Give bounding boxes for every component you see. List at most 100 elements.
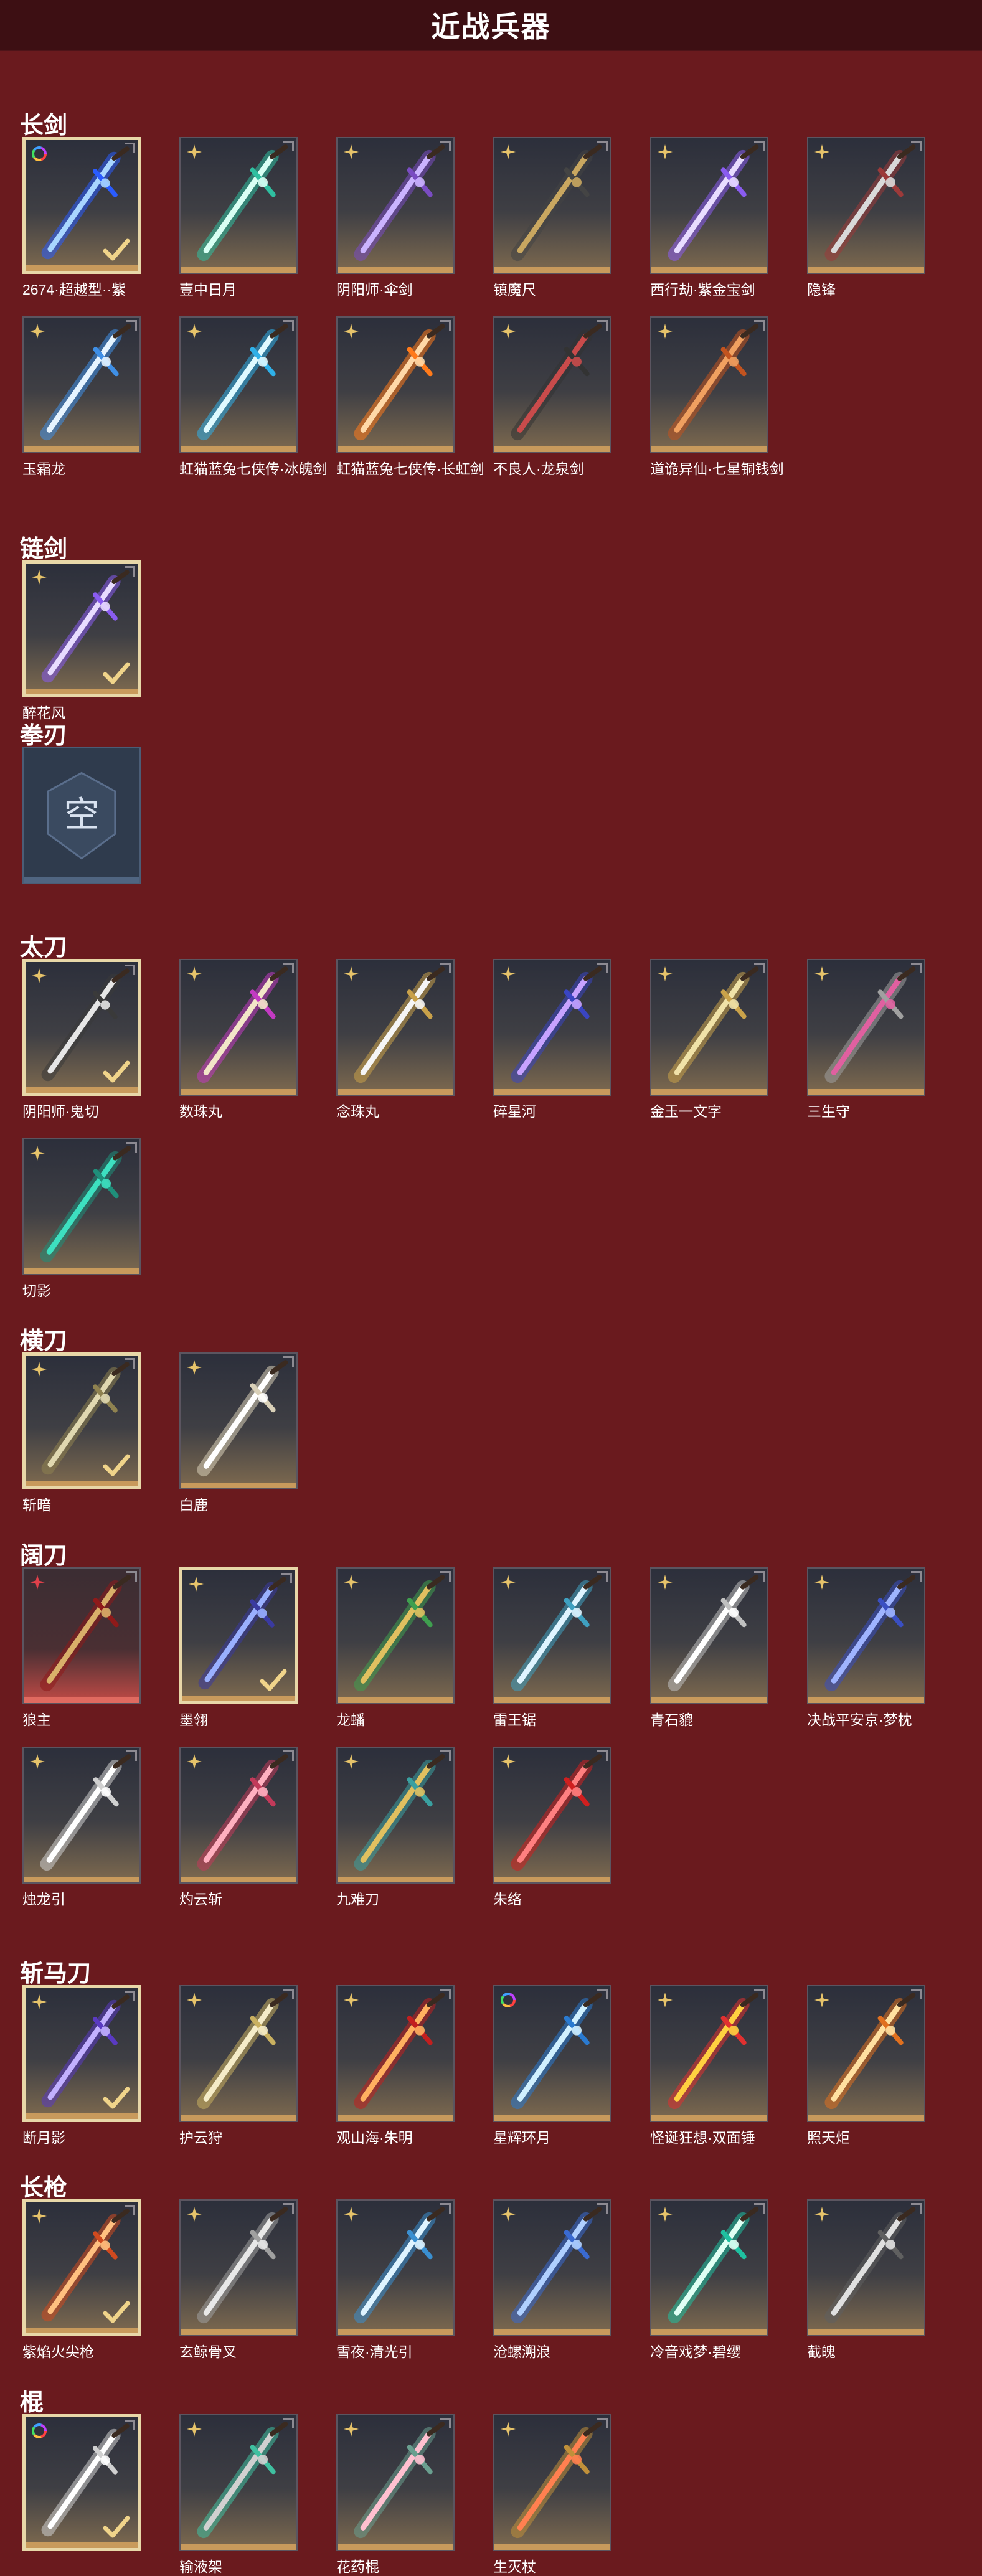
weapon-item[interactable]: 雷王锯 <box>478 1567 621 1728</box>
weapon-card[interactable] <box>179 316 298 453</box>
weapon-item[interactable]: 切影 <box>7 1138 151 1299</box>
weapon-item[interactable]: 空 <box>7 747 151 903</box>
weapon-card[interactable] <box>807 1985 925 2122</box>
weapon-item[interactable] <box>7 2414 151 2570</box>
weapon-card[interactable] <box>807 1567 925 1704</box>
weapon-item[interactable]: 西行劫·紫金宝剑 <box>635 137 778 298</box>
weapon-card[interactable] <box>179 1567 298 1704</box>
weapon-card[interactable] <box>650 2199 768 2336</box>
weapon-card[interactable] <box>650 316 768 453</box>
weapon-item[interactable]: 壹中日月 <box>164 137 308 298</box>
weapon-card[interactable] <box>493 2414 611 2551</box>
weapon-card[interactable] <box>179 1352 298 1489</box>
weapon-item[interactable]: 朱络 <box>478 1747 621 1907</box>
weapon-item[interactable]: 紫焰火尖枪 <box>7 2199 151 2360</box>
weapon-item[interactable]: 数珠丸 <box>164 959 308 1120</box>
weapon-card[interactable] <box>22 1352 141 1489</box>
weapon-card[interactable] <box>22 1567 141 1704</box>
weapon-item[interactable]: 三生守 <box>792 959 935 1120</box>
weapon-item[interactable]: 护云狩 <box>164 1985 308 2146</box>
weapon-item[interactable]: 2674·超越型··紫 <box>7 137 151 298</box>
weapon-item[interactable]: 道诡异仙·七星铜钱剑 <box>635 316 784 477</box>
weapon-item[interactable]: 狼主 <box>7 1567 151 1728</box>
weapon-item[interactable]: 阴阳师·伞剑 <box>321 137 465 298</box>
weapon-card[interactable] <box>336 2199 455 2336</box>
weapon-card[interactable] <box>22 1747 141 1884</box>
weapon-card[interactable] <box>650 959 768 1096</box>
weapon-item[interactable]: 虹猫蓝兔七侠传·长虹剑 <box>321 316 484 477</box>
weapon-card[interactable] <box>336 1985 455 2122</box>
weapon-card[interactable] <box>22 316 141 453</box>
weapon-item[interactable]: 白鹿 <box>164 1352 308 1513</box>
corner-marker-icon <box>440 2418 451 2428</box>
weapon-item[interactable]: 玄鲸骨叉 <box>164 2199 308 2360</box>
weapon-card[interactable] <box>336 959 455 1096</box>
weapon-card[interactable] <box>22 560 141 697</box>
weapon-item[interactable]: 墨翎 <box>164 1567 308 1728</box>
weapon-card[interactable] <box>179 2199 298 2336</box>
empty-slot-card[interactable]: 空 <box>22 747 141 884</box>
weapon-item[interactable]: 决战平安京·梦枕 <box>792 1567 935 1728</box>
weapon-item[interactable]: 花药棍 <box>321 2414 465 2575</box>
corner-marker-icon <box>125 965 135 975</box>
weapon-item[interactable]: 观山海·朱明 <box>321 1985 465 2146</box>
weapon-item[interactable]: 照天炬 <box>792 1985 935 2146</box>
weapon-item[interactable]: 断月影 <box>7 1985 151 2146</box>
weapon-card[interactable] <box>650 137 768 274</box>
weapon-item[interactable]: 斩暗 <box>7 1352 151 1513</box>
weapon-card[interactable] <box>179 137 298 274</box>
weapon-card[interactable] <box>336 2414 455 2551</box>
weapon-item[interactable]: 隐锋 <box>792 137 935 298</box>
weapon-item[interactable]: 怪诞狂想·双面锤 <box>635 1985 778 2146</box>
weapon-card[interactable] <box>22 2199 141 2336</box>
weapon-item[interactable]: 不良人·龙泉剑 <box>478 316 621 477</box>
weapon-item[interactable]: 碎星河 <box>478 959 621 1120</box>
weapon-card[interactable] <box>650 1985 768 2122</box>
weapon-card[interactable] <box>22 1138 141 1275</box>
weapon-item[interactable]: 烛龙引 <box>7 1747 151 1907</box>
weapon-item[interactable]: 冷音戏梦·碧缨 <box>635 2199 778 2360</box>
weapon-item[interactable]: 虹猫蓝兔七侠传·冰魄剑 <box>164 316 328 477</box>
weapon-card[interactable] <box>22 959 141 1096</box>
weapon-card[interactable] <box>179 1985 298 2122</box>
weapon-card[interactable] <box>22 2414 141 2551</box>
weapon-card[interactable] <box>336 137 455 274</box>
weapon-item[interactable]: 龙蟠 <box>321 1567 465 1728</box>
weapon-card[interactable] <box>493 2199 611 2336</box>
weapon-card[interactable] <box>336 1747 455 1884</box>
weapon-card[interactable] <box>179 2414 298 2551</box>
weapon-card[interactable] <box>807 959 925 1096</box>
weapon-card[interactable] <box>807 2199 925 2336</box>
weapon-item[interactable]: 九难刀 <box>321 1747 465 1907</box>
weapon-card[interactable] <box>493 959 611 1096</box>
weapon-item[interactable]: 星辉环月 <box>478 1985 621 2146</box>
weapon-item[interactable]: 醉花风 <box>7 560 151 721</box>
weapon-item[interactable]: 阴阳师·鬼切 <box>7 959 151 1120</box>
weapon-card[interactable] <box>22 1985 141 2122</box>
weapon-card[interactable] <box>493 1985 611 2122</box>
weapon-item[interactable]: 灼云斩 <box>164 1747 308 1907</box>
weapon-item[interactable]: 截魄 <box>792 2199 935 2360</box>
weapon-card[interactable] <box>179 959 298 1096</box>
weapon-item[interactable]: 输液架 <box>164 2414 308 2575</box>
weapon-item[interactable]: 青石貔 <box>635 1567 778 1728</box>
weapon-item[interactable]: 金玉一文字 <box>635 959 778 1120</box>
corner-marker-icon <box>125 2205 135 2215</box>
weapon-item[interactable]: 镇魔尺 <box>478 137 621 298</box>
weapon-item[interactable]: 生灭杖 <box>478 2414 621 2575</box>
weapon-item[interactable]: 念珠丸 <box>321 959 465 1120</box>
weapon-item[interactable]: 沧螺溯浪 <box>478 2199 621 2360</box>
weapon-card[interactable] <box>336 316 455 453</box>
weapon-card[interactable] <box>493 316 611 453</box>
weapon-item[interactable]: 雪夜·清光引 <box>321 2199 465 2360</box>
weapon-item[interactable]: 玉霜龙 <box>7 316 151 477</box>
weapon-card[interactable] <box>493 137 611 274</box>
weapon-card[interactable] <box>650 1567 768 1704</box>
weapon-card[interactable] <box>179 1747 298 1884</box>
weapon-card[interactable] <box>22 137 141 274</box>
weapon-card[interactable] <box>336 1567 455 1704</box>
rarity-bar <box>26 1481 138 1486</box>
weapon-card[interactable] <box>493 1567 611 1704</box>
weapon-card[interactable] <box>807 137 925 274</box>
weapon-card[interactable] <box>493 1747 611 1884</box>
